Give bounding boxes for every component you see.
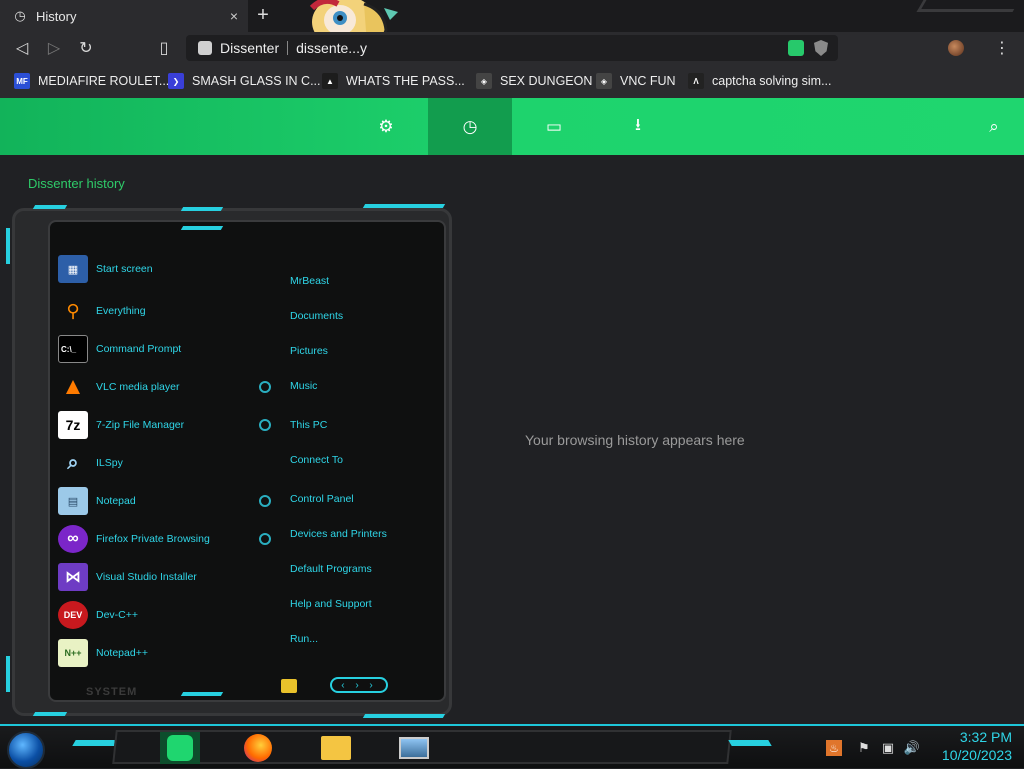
bookmark-item[interactable]: ◈ VNC FUN xyxy=(596,72,676,90)
java-icon[interactable]: ♨ xyxy=(826,740,842,756)
address-bar[interactable]: Dissenter dissente...y xyxy=(186,35,838,61)
taskbar-firefox[interactable] xyxy=(238,732,278,764)
start-screen-icon: ▦ xyxy=(58,255,88,283)
bookmarks-bar: MF MEDIAFIRE ROULET... ❯ SMASH GLASS IN … xyxy=(0,64,1024,98)
devcpp-icon: DEV xyxy=(58,601,88,629)
date-text: 10/20/2023 xyxy=(941,747,1012,763)
page-title: Dissenter history xyxy=(28,176,125,191)
start-item-notepad[interactable]: ▤ Notepad xyxy=(58,487,136,515)
history-clock-icon[interactable]: ◷ xyxy=(428,98,512,155)
tab-title: History xyxy=(36,8,77,24)
power-icon[interactable] xyxy=(281,679,297,693)
start-item-notepadpp[interactable]: N++ Notepad++ xyxy=(58,639,148,667)
site-icon xyxy=(198,41,212,55)
close-tab-icon[interactable]: × xyxy=(230,8,238,24)
dissenter-extension-icon[interactable] xyxy=(788,40,804,56)
dissenter-icon xyxy=(167,735,193,761)
start-item-start-screen[interactable]: ▦ Start screen xyxy=(58,255,153,283)
bookmark-item[interactable]: Λ captcha solving sim... xyxy=(688,72,832,90)
start-place-devices-printers[interactable]: Devices and Printers xyxy=(290,528,387,540)
ilspy-icon: ⌕ xyxy=(67,451,79,474)
start-place-default-programs[interactable]: Default Programs xyxy=(290,563,372,575)
browser-toolbar: ◁ ▷ ↻ ▯ Dissenter dissente...y ⋮ xyxy=(0,32,1024,103)
start-item-vs-installer[interactable]: ⋈ Visual Studio Installer xyxy=(58,563,197,591)
bookmark-item[interactable]: ▲ WHATS THE PASS... xyxy=(322,72,465,90)
settings-gear-icon[interactable]: ⚙ xyxy=(344,98,428,155)
shield-icon[interactable] xyxy=(814,40,828,56)
pin-icon[interactable] xyxy=(259,381,271,393)
start-item-firefox-private[interactable]: ∞ Firefox Private Browsing xyxy=(58,525,210,553)
tab-history[interactable]: ◷ History × xyxy=(0,0,248,32)
history-header-bar: ⚙ ◷ ▭ ⭳ ⌕ xyxy=(0,98,1024,155)
pin-icon[interactable] xyxy=(259,419,271,431)
download-icon[interactable]: ⭳ xyxy=(596,98,680,155)
vlc-icon: ▲ xyxy=(61,373,85,400)
start-place-music[interactable]: Music xyxy=(290,380,317,392)
lock-icon: ▲ xyxy=(322,73,338,89)
start-item-ilspy[interactable]: ⌕ ILSpy xyxy=(58,449,122,477)
start-item-command-prompt[interactable]: C:\_ Command Prompt xyxy=(58,335,181,363)
url-text: dissente...y xyxy=(296,40,367,56)
clock[interactable]: 3:32 PM 10/20/2023 xyxy=(942,728,1012,764)
start-place-pictures[interactable]: Pictures xyxy=(290,345,328,357)
flag-icon[interactable]: ⚑ xyxy=(856,740,872,756)
start-item-devcpp[interactable]: DEV Dev-C++ xyxy=(58,601,138,629)
tab-strip: ◷ History × + xyxy=(0,0,1024,32)
start-orb-button[interactable] xyxy=(7,731,45,769)
firefox-icon xyxy=(244,734,272,762)
forward-icon[interactable]: ▷ xyxy=(44,38,64,58)
start-place-run[interactable]: Run... xyxy=(290,633,318,645)
site-name: Dissenter xyxy=(220,40,280,56)
taskbar-dissenter[interactable] xyxy=(160,732,200,764)
pin-icon[interactable] xyxy=(259,495,271,507)
bookmark-page-icon[interactable]: ▯ xyxy=(154,38,174,58)
time-text: 3:32 PM xyxy=(959,729,1012,745)
start-item-everything[interactable]: ⚲ Everything xyxy=(58,297,145,325)
firefox-private-icon: ∞ xyxy=(58,525,88,553)
magnifier-icon: ⚲ xyxy=(66,300,80,321)
volume-icon[interactable]: 🔊 xyxy=(904,740,920,756)
notepadpp-icon: N++ xyxy=(58,639,88,667)
taskbar-file-explorer[interactable] xyxy=(316,732,356,764)
start-place-control-panel[interactable]: Control Panel xyxy=(290,493,354,505)
start-place-connect-to[interactable]: Connect To xyxy=(290,454,343,466)
new-tab-button[interactable]: + xyxy=(252,4,274,26)
cube-icon: ◈ xyxy=(476,73,492,89)
reload-icon[interactable]: ↻ xyxy=(76,38,96,58)
bookmark-item[interactable]: ❯ SMASH GLASS IN C... xyxy=(168,72,321,90)
start-item-7zip[interactable]: 7z 7-Zip File Manager xyxy=(58,411,184,439)
chevron-logo-icon: ❯ xyxy=(168,73,184,89)
start-place-help-support[interactable]: Help and Support xyxy=(290,598,372,610)
profile-avatar[interactable] xyxy=(948,40,964,56)
window-frame-decoration xyxy=(916,0,1020,12)
start-place-this-pc[interactable]: This PC xyxy=(290,419,327,431)
shutdown-options-button[interactable]: ‹ › › xyxy=(330,677,388,693)
taskbar-photos[interactable] xyxy=(394,732,434,764)
start-place-documents[interactable]: Documents xyxy=(290,310,343,322)
taskbar: ♨ ⚑ ▣ 🔊 3:32 PM 10/20/2023 xyxy=(0,724,1024,769)
bookmark-item[interactable]: MF MEDIAFIRE ROULET... xyxy=(14,72,169,90)
history-icon: ◷ xyxy=(14,8,26,23)
7zip-icon: 7z xyxy=(58,411,88,439)
cmd-icon: C:\_ xyxy=(58,335,88,363)
system-label: SYSTEM xyxy=(86,686,138,698)
triangle-a-icon: Λ xyxy=(688,73,704,89)
picture-icon xyxy=(399,737,429,759)
start-place-mrbeast[interactable]: MrBeast xyxy=(290,275,329,287)
bookmark-icon[interactable]: ▭ xyxy=(512,98,596,155)
mediafire-icon: MF xyxy=(14,73,30,89)
network-icon[interactable]: ▣ xyxy=(880,740,896,756)
cube-icon: ◈ xyxy=(596,73,612,89)
bookmark-item[interactable]: ◈ SEX DUNGEON xyxy=(476,72,592,90)
empty-history-message: Your browsing history appears here xyxy=(525,432,745,448)
start-item-vlc[interactable]: ▲ VLC media player xyxy=(58,373,179,401)
pin-icon[interactable] xyxy=(259,533,271,545)
vs-installer-icon: ⋈ xyxy=(58,563,88,591)
folder-icon xyxy=(321,736,351,760)
browser-menu-icon[interactable]: ⋮ xyxy=(994,38,1010,58)
search-icon[interactable]: ⌕ xyxy=(952,98,1024,155)
notepad-icon: ▤ xyxy=(58,487,88,515)
back-icon[interactable]: ◁ xyxy=(12,38,32,58)
